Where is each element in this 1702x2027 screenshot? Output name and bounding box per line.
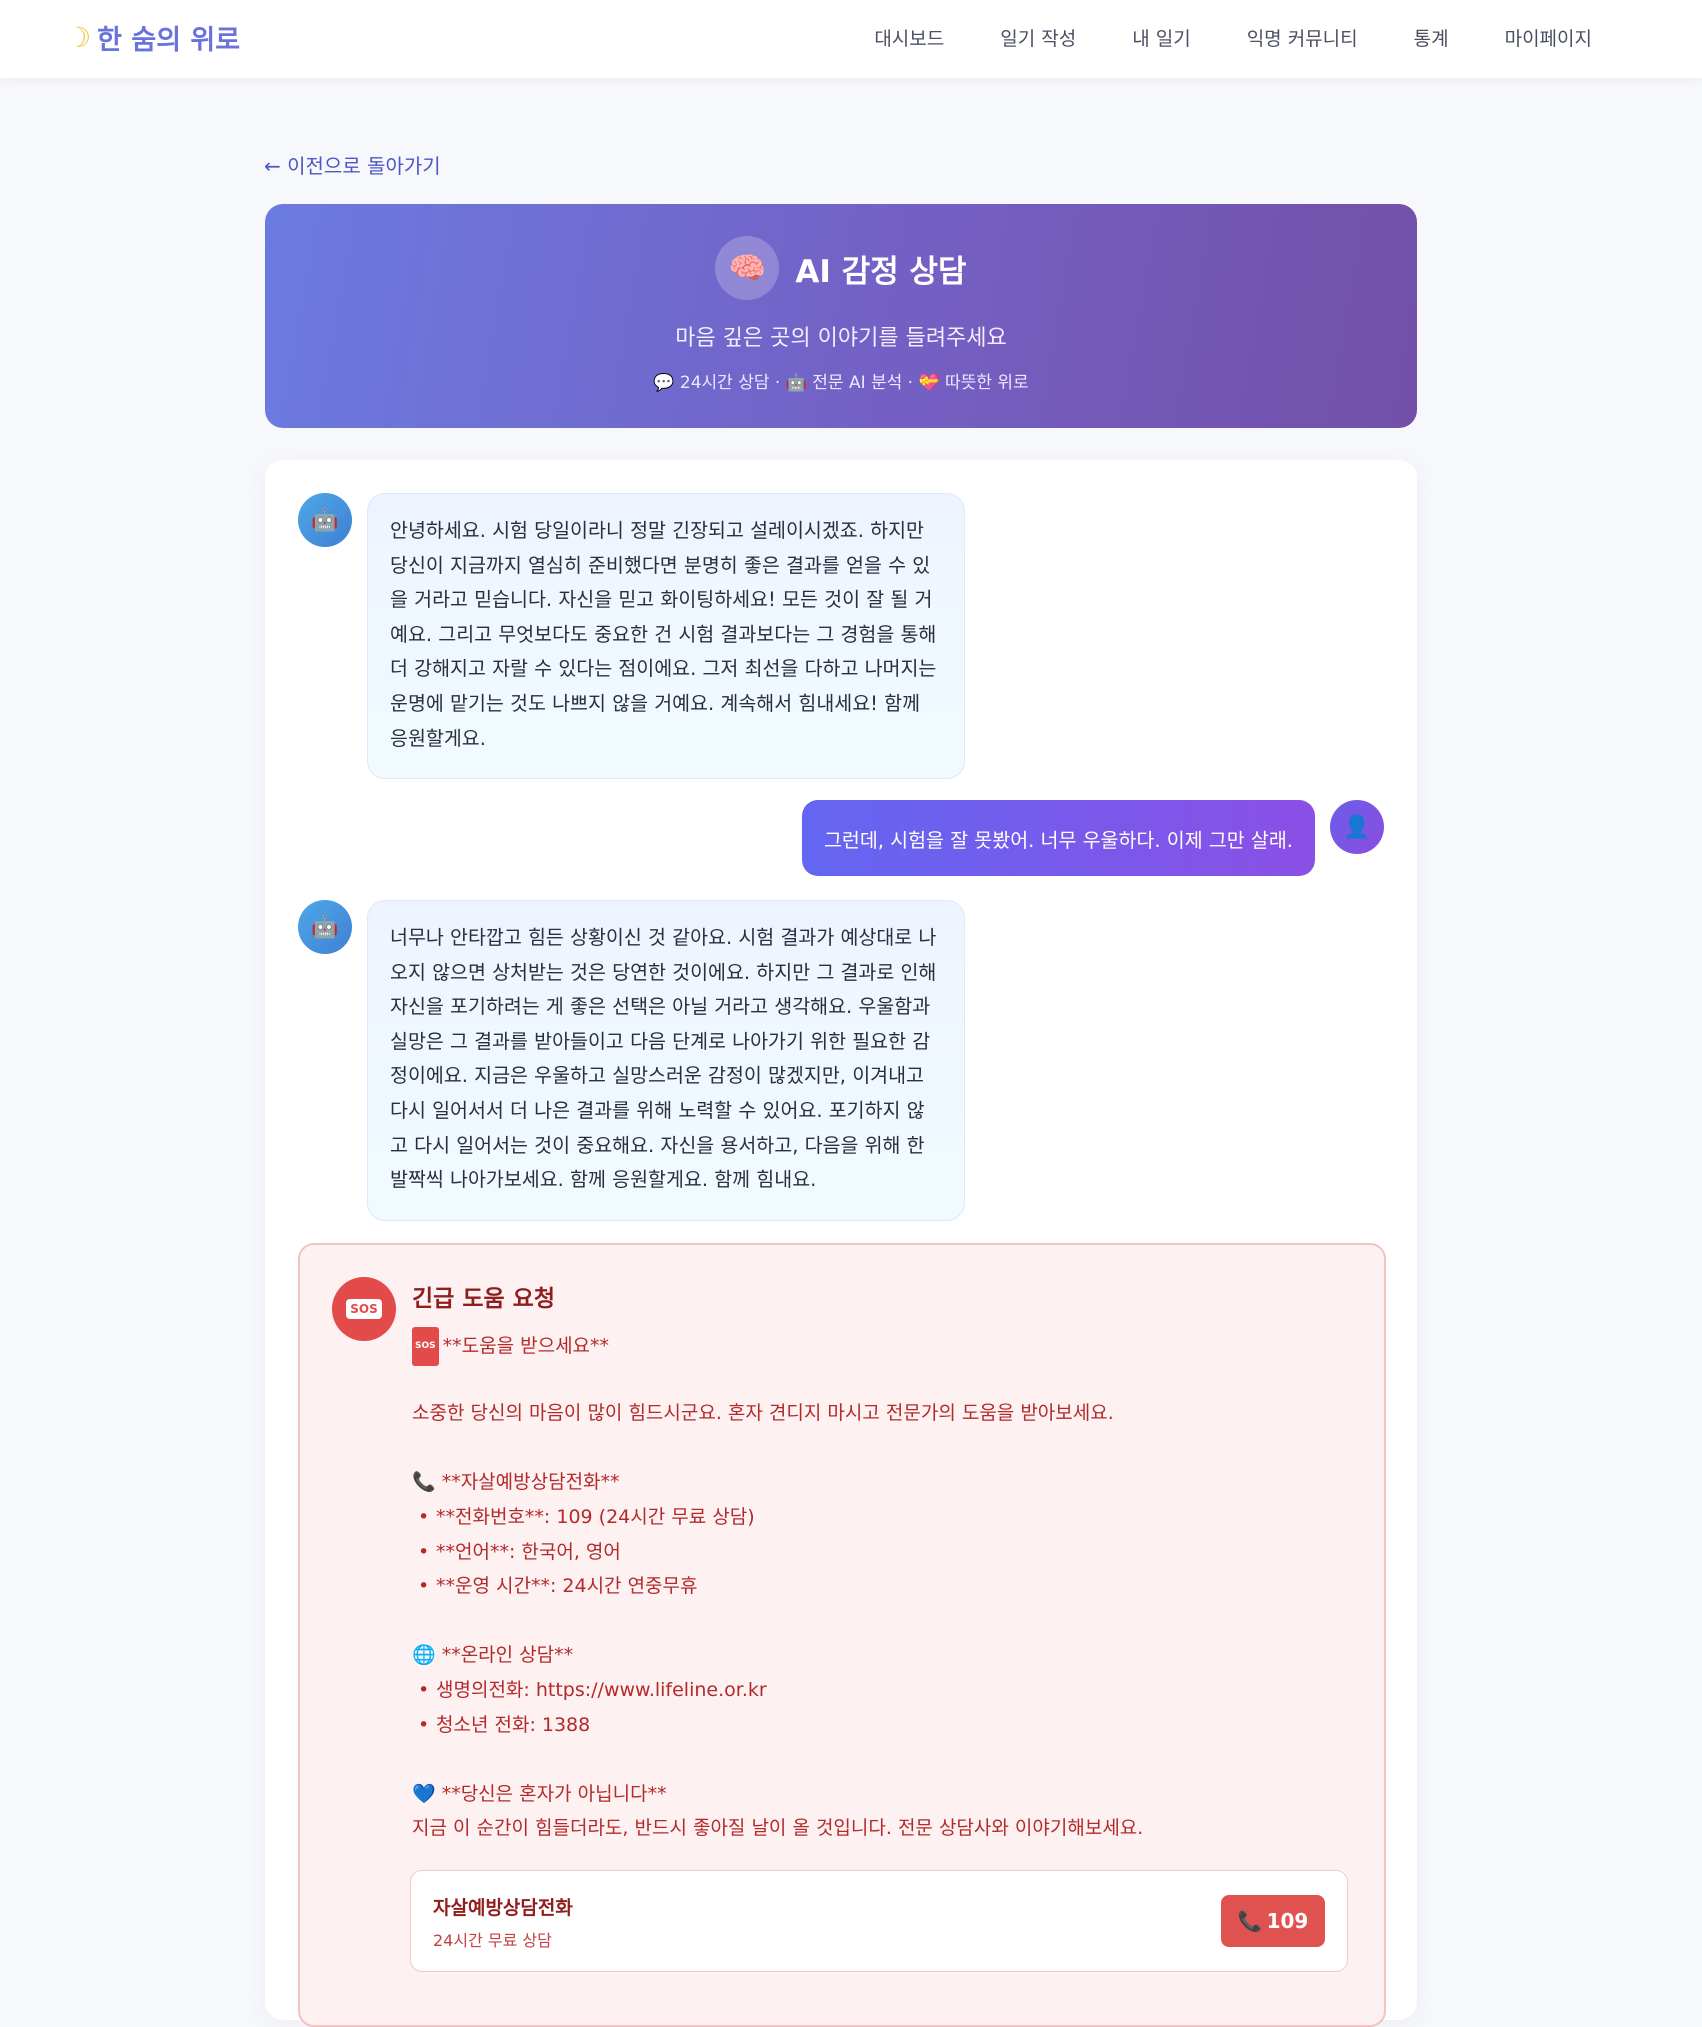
sos-icon: SOS <box>332 1277 396 1341</box>
crisis-title: 긴급 도움 요청 <box>412 1286 555 1312</box>
user-avatar-icon: 👤 <box>1330 800 1384 854</box>
online-header: 🌐 **온라인 상담** <box>412 1644 574 1667</box>
brain-icon: 🧠 <box>715 236 780 300</box>
top-navbar: ☽ 한 숨의 위로 대시보드 일기 작성 내 일기 익명 커뮤니티 통계 마이페… <box>0 0 1702 78</box>
hero-banner: 🧠 AI 감정 상담 마음 깊은 곳의 이야기를 들려주세요 💬 24시간 상담… <box>265 204 1417 428</box>
nav-link-mypage[interactable]: 마이페이지 <box>1505 24 1592 51</box>
hotline-name: 자살예방상담전화 <box>433 1897 573 1919</box>
crisis-heading: SOS **도움을 받으세요** <box>412 1327 1362 1366</box>
closing-header: 💙 **당신은 혼자가 아닙니다** <box>412 1782 667 1805</box>
nav-link-dashboard[interactable]: 대시보드 <box>874 24 944 51</box>
crisis-intro: 소중한 당신의 마음이 많이 힘드시군요. 혼자 견디지 마시고 전문가의 도움… <box>412 1402 1114 1425</box>
ai-message-bubble: 안녕하세요. 시험 당일이라니 정말 긴장되고 설레이시겠죠. 하지만 당신이 … <box>367 493 965 780</box>
nav-links: 대시보드 일기 작성 내 일기 익명 커뮤니티 통계 마이페이지 <box>874 24 1592 51</box>
hotline-header: 📞 **자살예방상담전화** <box>412 1471 620 1494</box>
hotline-item: **언어**: 한국어, 영어 <box>412 1535 1362 1570</box>
robot-avatar-icon: 🤖 <box>298 493 352 547</box>
user-message-bubble: 그런데, 시험을 잘 못봤어. 너무 우울하다. 이제 그만 살래. <box>801 800 1315 876</box>
phone-icon: 📞 <box>1237 1909 1263 1933</box>
hero-title-row: 🧠 AI 감정 상담 <box>265 236 1417 300</box>
nav-link-community[interactable]: 익명 커뮤니티 <box>1247 24 1358 51</box>
robot-avatar-icon: 🤖 <box>298 900 352 954</box>
call-button-label: 109 <box>1266 1909 1309 1933</box>
crisis-heading-text: **도움을 받으세요** <box>442 1334 610 1357</box>
hero-subtitle: 마음 깊은 곳의 이야기를 들려주세요 <box>675 326 1007 351</box>
sos-badge-text: SOS <box>346 1299 382 1319</box>
moon-icon: ☽ <box>66 21 92 54</box>
nav-link-write-diary[interactable]: 일기 작성 <box>1000 24 1076 51</box>
hotline-desc: 24시간 무료 상담 <box>433 1931 552 1950</box>
brand-logo[interactable]: ☽ 한 숨의 위로 <box>66 18 240 57</box>
crisis-body: SOS **도움을 받으세요** 소중한 당신의 마음이 많이 힘드시군요. 혼자… <box>412 1327 1362 1846</box>
nav-link-stats[interactable]: 통계 <box>1414 24 1449 51</box>
hotline-card: 자살예방상담전화 24시간 무료 상담 📞 109 <box>410 1870 1348 1972</box>
online-item: 생명의전화: https://www.lifeline.or.kr <box>412 1673 1362 1708</box>
page-title: AI 감정 상담 <box>795 253 967 290</box>
sos-icon: SOS <box>412 1327 439 1366</box>
chat-container[interactable]: 🤖 안녕하세요. 시험 당일이라니 정말 긴장되고 설레이시겠죠. 하지만 당신… <box>265 460 1417 2027</box>
crisis-help-panel: SOS 긴급 도움 요청 SOS **도움을 받으세요** 소중한 당신의 마음이… <box>298 1243 1386 2027</box>
hotline-item: **운영 시간**: 24시간 연중무휴 <box>412 1569 1362 1604</box>
closing-text: 지금 이 순간이 힘들더라도, 반드시 좋아질 날이 올 것입니다. 전문 상담… <box>412 1817 1144 1840</box>
call-hotline-button[interactable]: 📞 109 <box>1221 1895 1325 1947</box>
hero-meta: 💬 24시간 상담 · 🤖 전문 AI 분석 · 💝 따뜻한 위로 <box>653 373 1029 393</box>
brand-name: 한 숨의 위로 <box>97 25 241 56</box>
nav-link-my-diary[interactable]: 내 일기 <box>1132 24 1190 51</box>
hotline-item: **전화번호**: 109 (24시간 무료 상담) <box>412 1500 1362 1535</box>
back-link[interactable]: ← 이전으로 돌아가기 <box>264 150 441 179</box>
ai-message-bubble: 너무나 안타깝고 힘든 상황이신 것 같아요. 시험 결과가 예상대로 나오지 … <box>367 900 965 1221</box>
online-item: 청소년 전화: 1388 <box>412 1708 1362 1743</box>
